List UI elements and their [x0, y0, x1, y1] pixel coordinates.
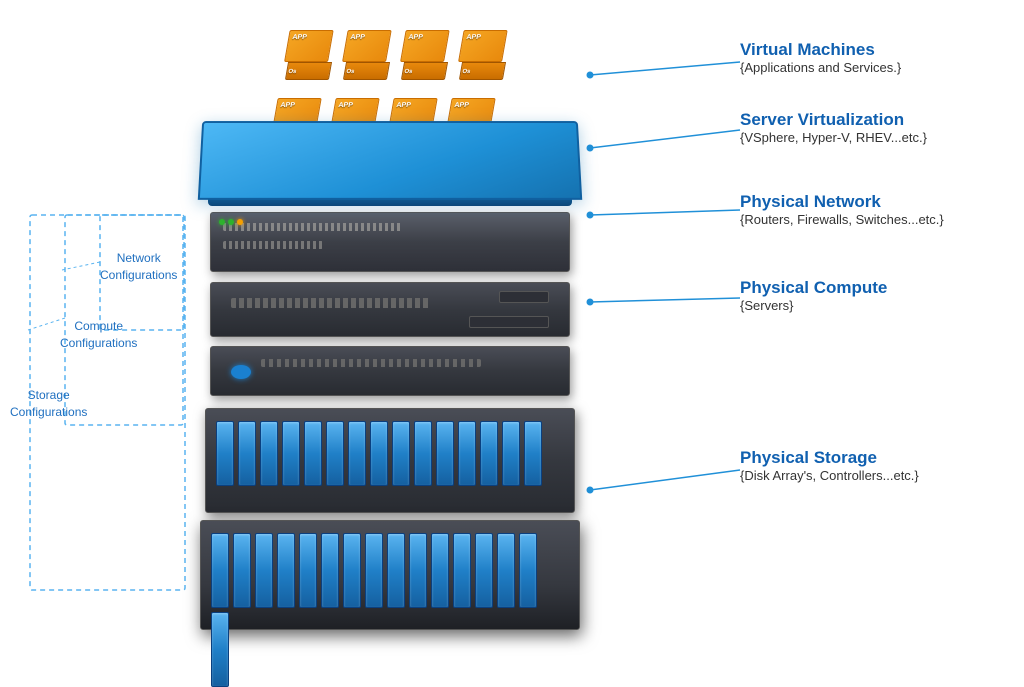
pn-title: Physical Network — [740, 192, 944, 212]
vm-subtitle: {Applications and Services.} — [740, 60, 901, 75]
ps-title: Physical Storage — [740, 448, 919, 468]
rack-storage-2 — [200, 520, 580, 630]
vm-box-top — [400, 30, 450, 62]
network-config-text: NetworkConfigurations — [100, 251, 177, 282]
vm-os-label: Os — [288, 69, 297, 75]
vm-box: APP Os — [397, 30, 456, 80]
vm-title: Virtual Machines — [740, 40, 901, 60]
vm-app-label: APP — [350, 34, 366, 41]
virtualization-layer — [198, 121, 582, 200]
vm-box-top — [342, 30, 392, 62]
pc-subtitle: {Servers} — [740, 298, 887, 313]
vm-app-label: APP — [408, 34, 424, 41]
storage-config-text: StorageConfigurations — [10, 388, 87, 419]
vm-os-label: Os — [462, 69, 471, 75]
vm-os-label: Os — [404, 69, 413, 75]
vm-app-label: APP — [454, 102, 470, 109]
ps-subtitle: {Disk Array's, Controllers...etc.} — [740, 468, 919, 483]
vm-app-label: APP — [396, 102, 412, 109]
vm-app-label: APP — [292, 34, 308, 41]
vm-app-label: APP — [466, 34, 482, 41]
vm-app-label: APP — [338, 102, 354, 109]
label-virtual-machines: Virtual Machines {Applications and Servi… — [740, 40, 901, 75]
diagram-container: APP Os APP Os APP Os — [0, 0, 1024, 658]
label-physical-network: Physical Network {Routers, Firewalls, Sw… — [740, 192, 944, 227]
vm-box-top — [284, 30, 334, 62]
label-network-config: NetworkConfigurations — [100, 250, 177, 284]
vm-os-label: Os — [346, 69, 355, 75]
rack-storage-1 — [205, 408, 575, 513]
label-storage-config: StorageConfigurations — [10, 387, 87, 421]
sv-subtitle: {VSphere, Hyper-V, RHEV...etc.} — [740, 130, 927, 145]
label-server-virt: Server Virtualization {VSphere, Hyper-V,… — [740, 110, 927, 145]
vm-box: APP Os — [339, 30, 398, 80]
vm-box-top — [458, 30, 508, 62]
vm-box: APP Os — [281, 30, 340, 80]
rack-compute-2 — [210, 346, 570, 396]
vm-app-label: APP — [280, 102, 296, 109]
sv-title: Server Virtualization — [740, 110, 927, 130]
stack-area: APP Os APP Os APP Os — [200, 20, 640, 640]
rack-compute-1 — [210, 282, 570, 337]
label-compute-config: ComputeConfigurations — [60, 318, 137, 352]
drive-slots-1 — [216, 421, 546, 486]
label-physical-compute: Physical Compute {Servers} — [740, 278, 887, 313]
rack-network — [210, 212, 570, 272]
vm-box: APP Os — [455, 30, 514, 80]
pc-title: Physical Compute — [740, 278, 887, 298]
label-physical-storage: Physical Storage {Disk Array's, Controll… — [740, 448, 919, 483]
pn-subtitle: {Routers, Firewalls, Switches...etc.} — [740, 212, 944, 227]
drive-slots-2 — [211, 533, 541, 687]
compute-config-text: ComputeConfigurations — [60, 319, 137, 350]
